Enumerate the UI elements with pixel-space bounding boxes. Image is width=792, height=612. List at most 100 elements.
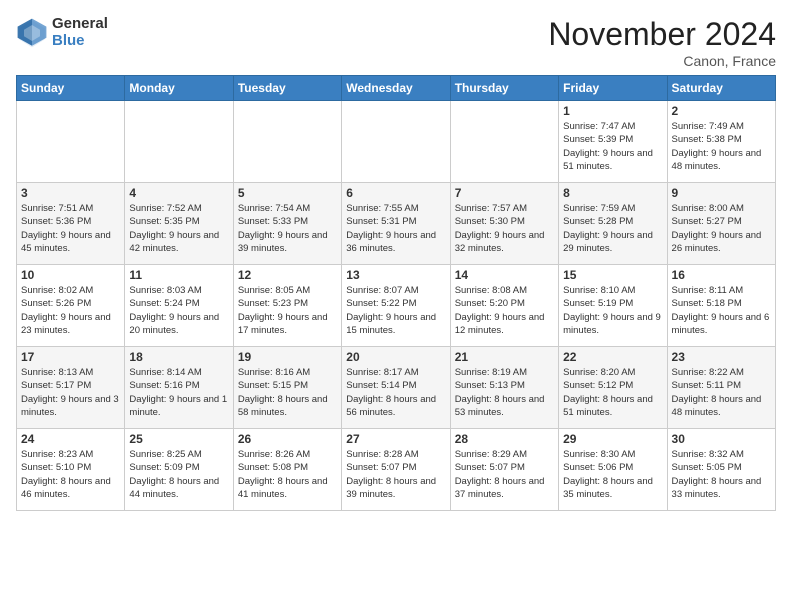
calendar-week-3: 10 Sunrise: 8:02 AM Sunset: 5:26 PM Dayli… xyxy=(17,265,776,347)
day-info: Sunrise: 7:55 AM Sunset: 5:31 PM Dayligh… xyxy=(346,202,445,255)
day-number: 18 xyxy=(129,350,228,364)
day-info: Sunrise: 7:57 AM Sunset: 5:30 PM Dayligh… xyxy=(455,202,554,255)
day-header-wednesday: Wednesday xyxy=(342,76,450,101)
calendar-cell xyxy=(233,101,341,183)
day-number: 15 xyxy=(563,268,662,282)
day-number: 5 xyxy=(238,186,337,200)
calendar-cell: 18Sunrise: 8:14 AM Sunset: 5:16 PM Dayli… xyxy=(125,347,233,429)
day-number: 17 xyxy=(21,350,120,364)
calendar-week-2: 3 Sunrise: 7:51 AM Sunset: 5:36 PM Daylig… xyxy=(17,183,776,265)
calendar-cell: 21Sunrise: 8:19 AM Sunset: 5:13 PM Dayli… xyxy=(450,347,558,429)
calendar-week-1: 1 Sunrise: 7:47 AM Sunset: 5:39 PM Daylig… xyxy=(17,101,776,183)
header-row: SundayMondayTuesdayWednesdayThursdayFrid… xyxy=(17,76,776,101)
day-info: Sunrise: 8:02 AM Sunset: 5:26 PM Dayligh… xyxy=(21,284,120,337)
page-container: General Blue November 2024 Canon, France… xyxy=(0,0,792,519)
calendar-cell: 29 Sunrise: 8:30 AM Sunset: 5:06 PM Dayli… xyxy=(559,429,667,511)
calendar-cell xyxy=(450,101,558,183)
day-info: Sunrise: 7:59 AM Sunset: 5:28 PM Dayligh… xyxy=(563,202,662,255)
calendar-cell: 7 Sunrise: 7:57 AM Sunset: 5:30 PM Daylig… xyxy=(450,183,558,265)
day-info: Sunrise: 8:19 AM Sunset: 5:13 PM Dayligh… xyxy=(455,366,554,419)
day-number: 6 xyxy=(346,186,445,200)
calendar-cell: 30 Sunrise: 8:32 AM Sunset: 5:05 PM Dayli… xyxy=(667,429,775,511)
calendar-cell: 9 Sunrise: 8:00 AM Sunset: 5:27 PM Daylig… xyxy=(667,183,775,265)
day-number: 20 xyxy=(346,350,445,364)
calendar-cell: 20 Sunrise: 8:17 AM Sunset: 5:14 PM Dayli… xyxy=(342,347,450,429)
day-info: Sunrise: 8:20 AM Sunset: 5:12 PM Dayligh… xyxy=(563,366,662,419)
calendar-cell: 4 Sunrise: 7:52 AM Sunset: 5:35 PM Daylig… xyxy=(125,183,233,265)
day-info: Sunrise: 8:07 AM Sunset: 5:22 PM Dayligh… xyxy=(346,284,445,337)
calendar-cell: 19 Sunrise: 8:16 AM Sunset: 5:15 PM Dayli… xyxy=(233,347,341,429)
calendar-cell: 14 Sunrise: 8:08 AM Sunset: 5:20 PM Dayli… xyxy=(450,265,558,347)
header: General Blue November 2024 Canon, France xyxy=(16,16,776,69)
calendar-cell: 16 Sunrise: 8:11 AM Sunset: 5:18 PM Dayli… xyxy=(667,265,775,347)
day-number: 26 xyxy=(238,432,337,446)
calendar-cell: 2 Sunrise: 7:49 AM Sunset: 5:38 PM Daylig… xyxy=(667,101,775,183)
day-header-friday: Friday xyxy=(559,76,667,101)
day-number: 1 xyxy=(563,104,662,118)
day-info: Sunrise: 8:16 AM Sunset: 5:15 PM Dayligh… xyxy=(238,366,337,419)
calendar-cell xyxy=(342,101,450,183)
day-number: 27 xyxy=(346,432,445,446)
day-number: 29 xyxy=(563,432,662,446)
day-info: Sunrise: 7:49 AM Sunset: 5:38 PM Dayligh… xyxy=(672,120,771,173)
calendar-cell: 26 Sunrise: 8:26 AM Sunset: 5:08 PM Dayli… xyxy=(233,429,341,511)
calendar-cell: 28 Sunrise: 8:29 AM Sunset: 5:07 PM Dayli… xyxy=(450,429,558,511)
day-info: Sunrise: 7:51 AM Sunset: 5:36 PM Dayligh… xyxy=(21,202,120,255)
day-info: Sunrise: 8:11 AM Sunset: 5:18 PM Dayligh… xyxy=(672,284,771,337)
calendar-cell: 6 Sunrise: 7:55 AM Sunset: 5:31 PM Daylig… xyxy=(342,183,450,265)
calendar-cell: 13Sunrise: 8:07 AM Sunset: 5:22 PM Dayli… xyxy=(342,265,450,347)
logo-general-text: General xyxy=(52,16,108,33)
day-number: 3 xyxy=(21,186,120,200)
logo-blue-text: Blue xyxy=(52,33,108,50)
logo-icon xyxy=(16,17,48,49)
day-info: Sunrise: 8:26 AM Sunset: 5:08 PM Dayligh… xyxy=(238,448,337,501)
day-info: Sunrise: 7:47 AM Sunset: 5:39 PM Dayligh… xyxy=(563,120,662,173)
calendar-cell xyxy=(125,101,233,183)
calendar-cell xyxy=(17,101,125,183)
day-header-monday: Monday xyxy=(125,76,233,101)
calendar-cell: 3 Sunrise: 7:51 AM Sunset: 5:36 PM Daylig… xyxy=(17,183,125,265)
day-number: 10 xyxy=(21,268,120,282)
day-number: 28 xyxy=(455,432,554,446)
day-header-thursday: Thursday xyxy=(450,76,558,101)
day-number: 19 xyxy=(238,350,337,364)
day-number: 14 xyxy=(455,268,554,282)
calendar-cell: 1 Sunrise: 7:47 AM Sunset: 5:39 PM Daylig… xyxy=(559,101,667,183)
day-info: Sunrise: 8:32 AM Sunset: 5:05 PM Dayligh… xyxy=(672,448,771,501)
day-info: Sunrise: 8:00 AM Sunset: 5:27 PM Dayligh… xyxy=(672,202,771,255)
day-header-sunday: Sunday xyxy=(17,76,125,101)
location: Canon, France xyxy=(548,53,776,69)
logo-text: General Blue xyxy=(52,16,108,49)
day-info: Sunrise: 8:23 AM Sunset: 5:10 PM Dayligh… xyxy=(21,448,120,501)
calendar-cell: 27 Sunrise: 8:28 AM Sunset: 5:07 PM Dayli… xyxy=(342,429,450,511)
day-number: 2 xyxy=(672,104,771,118)
logo: General Blue xyxy=(16,16,108,49)
calendar-week-5: 24 Sunrise: 8:23 AM Sunset: 5:10 PM Dayli… xyxy=(17,429,776,511)
calendar-cell: 25 Sunrise: 8:25 AM Sunset: 5:09 PM Dayli… xyxy=(125,429,233,511)
calendar-cell: 17Sunrise: 8:13 AM Sunset: 5:17 PM Dayli… xyxy=(17,347,125,429)
day-info: Sunrise: 8:08 AM Sunset: 5:20 PM Dayligh… xyxy=(455,284,554,337)
day-info: Sunrise: 8:17 AM Sunset: 5:14 PM Dayligh… xyxy=(346,366,445,419)
calendar-cell: 11 Sunrise: 8:03 AM Sunset: 5:24 PM Dayli… xyxy=(125,265,233,347)
calendar-cell: 15 Sunrise: 8:10 AM Sunset: 5:19 PM Dayli… xyxy=(559,265,667,347)
calendar-week-4: 17Sunrise: 8:13 AM Sunset: 5:17 PM Dayli… xyxy=(17,347,776,429)
day-info: Sunrise: 8:22 AM Sunset: 5:11 PM Dayligh… xyxy=(672,366,771,419)
day-number: 16 xyxy=(672,268,771,282)
day-info: Sunrise: 8:30 AM Sunset: 5:06 PM Dayligh… xyxy=(563,448,662,501)
day-info: Sunrise: 8:28 AM Sunset: 5:07 PM Dayligh… xyxy=(346,448,445,501)
day-number: 11 xyxy=(129,268,228,282)
day-number: 30 xyxy=(672,432,771,446)
day-number: 4 xyxy=(129,186,228,200)
day-info: Sunrise: 8:03 AM Sunset: 5:24 PM Dayligh… xyxy=(129,284,228,337)
calendar-cell: 22Sunrise: 8:20 AM Sunset: 5:12 PM Dayli… xyxy=(559,347,667,429)
calendar-body: 1 Sunrise: 7:47 AM Sunset: 5:39 PM Daylig… xyxy=(17,101,776,511)
day-info: Sunrise: 8:29 AM Sunset: 5:07 PM Dayligh… xyxy=(455,448,554,501)
day-info: Sunrise: 8:25 AM Sunset: 5:09 PM Dayligh… xyxy=(129,448,228,501)
day-number: 24 xyxy=(21,432,120,446)
day-info: Sunrise: 8:05 AM Sunset: 5:23 PM Dayligh… xyxy=(238,284,337,337)
day-info: Sunrise: 7:52 AM Sunset: 5:35 PM Dayligh… xyxy=(129,202,228,255)
day-number: 25 xyxy=(129,432,228,446)
day-info: Sunrise: 8:10 AM Sunset: 5:19 PM Dayligh… xyxy=(563,284,662,337)
day-number: 7 xyxy=(455,186,554,200)
day-number: 9 xyxy=(672,186,771,200)
